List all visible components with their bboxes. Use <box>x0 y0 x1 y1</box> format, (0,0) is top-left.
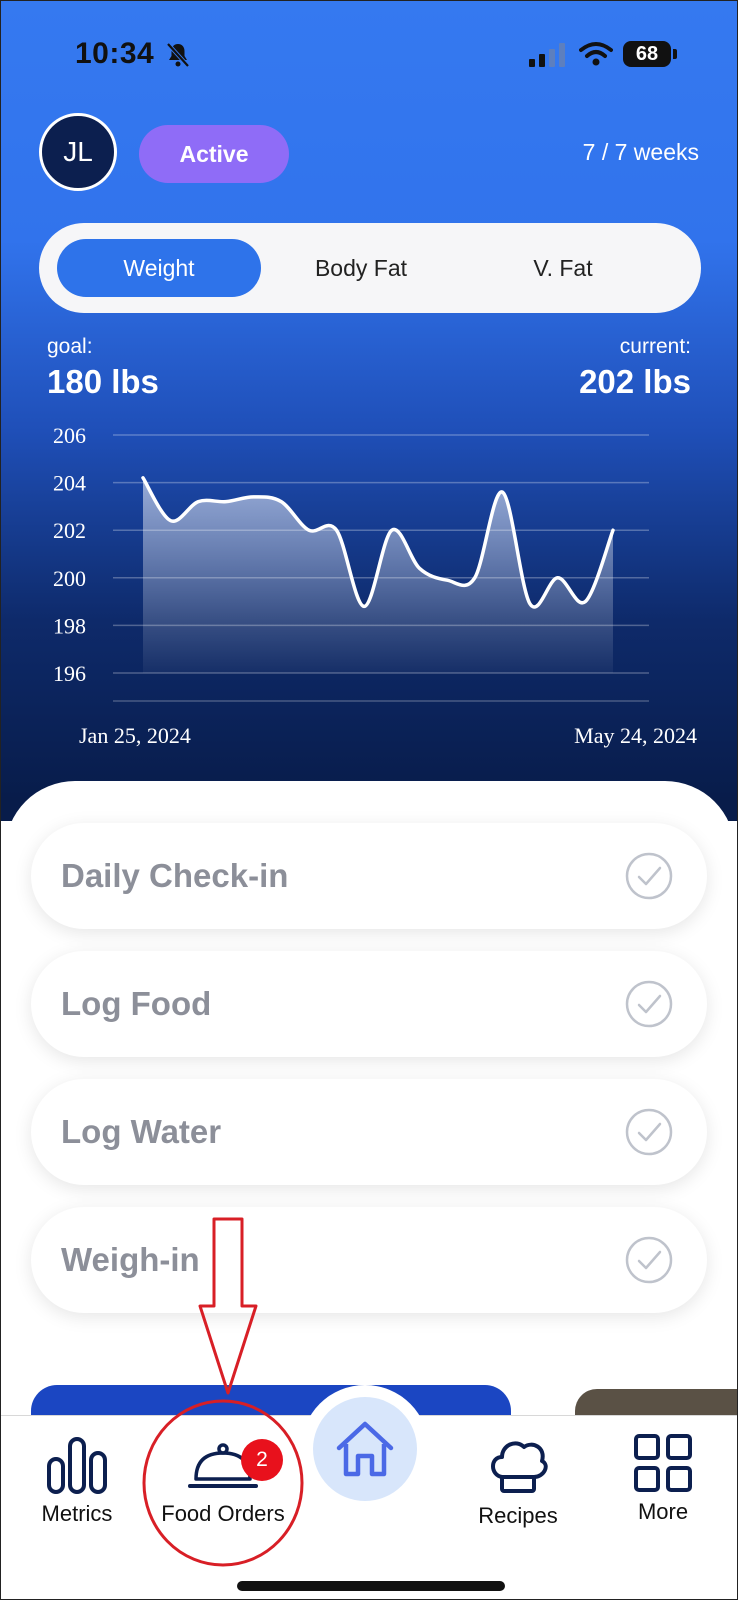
tab-more[interactable]: More <box>613 1433 713 1525</box>
y-tick-label: 198 <box>53 613 86 638</box>
app-screen: 10:34 68 JL Active 7 / 7 weeks Weight Bo… <box>0 0 738 1600</box>
y-tick-label: 196 <box>53 661 86 686</box>
task-label: Weigh-in <box>61 1241 200 1278</box>
home-button-inner <box>313 1397 417 1501</box>
y-tick-label: 206 <box>53 423 86 448</box>
task-daily-check-in[interactable]: Daily Check-in <box>31 823 707 929</box>
grid-icon <box>634 1434 692 1492</box>
tab-visceral-fat[interactable]: V. Fat <box>461 239 665 297</box>
chef-hat-icon <box>491 1441 548 1493</box>
y-tick-label: 202 <box>53 518 86 543</box>
check-circle-icon[interactable] <box>625 1236 673 1284</box>
y-tick-label: 204 <box>53 471 86 496</box>
tab-recipes-label: Recipes <box>478 1503 558 1528</box>
tab-weight[interactable]: Weight <box>57 239 261 297</box>
tab-metrics[interactable]: Metrics <box>27 1435 127 1527</box>
task-log-food[interactable]: Log Food <box>31 951 707 1057</box>
silent-bell-icon <box>166 42 190 68</box>
program-progress: 7 / 7 weeks <box>582 139 699 165</box>
tab-more-label: More <box>637 1499 689 1524</box>
bar-chart-icon <box>47 1437 107 1494</box>
check-circle-icon[interactable] <box>625 852 673 900</box>
task-label: Daily Check-in <box>61 857 289 894</box>
check-circle-icon[interactable] <box>625 1108 673 1156</box>
cellular-signal-icon <box>529 43 565 67</box>
tab-body-fat[interactable]: Body Fat <box>261 239 461 297</box>
food-orders-badge: 2 <box>241 1439 283 1481</box>
wifi-icon <box>579 42 613 66</box>
goal-label: goal: <box>47 335 93 358</box>
home-icon <box>336 1421 394 1477</box>
current-label: current: <box>619 335 691 358</box>
task-weigh-in[interactable]: Weigh-in <box>31 1207 707 1313</box>
task-label: Log Food <box>61 985 212 1022</box>
goal-value: 180 lbs <box>47 363 159 400</box>
task-log-water[interactable]: Log Water <box>31 1079 707 1185</box>
tab-recipes[interactable]: Recipes <box>463 1437 573 1529</box>
status-time: 10:34 <box>75 37 155 70</box>
tab-metrics-label: Metrics <box>41 1501 113 1526</box>
home-indicator <box>237 1581 505 1591</box>
battery-indicator: 68 <box>623 41 671 67</box>
avatar[interactable]: JL <box>39 113 117 191</box>
status-badge: Active <box>139 125 289 183</box>
x-axis-end-label: May 24, 2024 <box>574 723 697 748</box>
x-axis-start-label: Jan 25, 2024 <box>79 723 191 748</box>
current-value: 202 lbs <box>579 363 691 400</box>
y-tick-label: 200 <box>53 566 86 591</box>
tab-food-orders-label: Food Orders <box>161 1501 285 1526</box>
battery-nub <box>673 49 677 59</box>
task-label: Log Water <box>61 1113 222 1150</box>
check-circle-icon[interactable] <box>625 980 673 1028</box>
home-button[interactable] <box>301 1385 429 1513</box>
status-bar: 10:34 68 <box>1 1 737 111</box>
weight-chart: 206 204 202 200 198 196 Jan 25, 2024 May 24, … <box>53 423 697 748</box>
metric-segmented-control: Weight Body Fat V. Fat <box>39 223 701 313</box>
